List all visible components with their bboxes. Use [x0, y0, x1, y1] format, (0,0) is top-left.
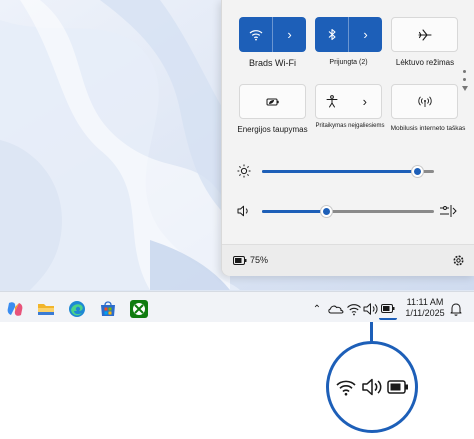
wifi-icon[interactable]: [346, 300, 362, 318]
chevron-right-icon: ›: [363, 27, 368, 42]
copilot-icon[interactable]: [5, 299, 25, 319]
clock[interactable]: 11:11 AM 1/11/2025: [402, 297, 448, 319]
brightness-slider-thumb[interactable]: [411, 166, 423, 177]
brightness-row: [234, 161, 464, 181]
tray-icons-callout: [326, 341, 418, 433]
bell-icon[interactable]: [450, 300, 462, 318]
bluetooth-tile[interactable]: ›: [315, 17, 382, 52]
battery-icon: [387, 380, 408, 394]
chevron-up-icon: ⌃: [312, 303, 322, 315]
battery-leaf-icon: [266, 98, 279, 105]
gear-icon[interactable]: [452, 254, 465, 267]
hotspot-icon: [417, 95, 432, 107]
airplane-tile-label: Lėktuvo režimas: [395, 58, 455, 67]
hotspot-tile-label: Mobilusis interneto taškas: [390, 125, 466, 132]
page-dot: [463, 70, 466, 73]
file-explorer-icon[interactable]: [36, 299, 56, 319]
speaker-icon[interactable]: [363, 300, 379, 318]
page-down-icon: [462, 86, 468, 91]
bluetooth-chevron-button[interactable]: ›: [348, 17, 382, 52]
hotspot-tile[interactable]: [391, 84, 458, 119]
quick-settings-footer: 75%: [222, 244, 474, 276]
wifi-icon: [249, 29, 262, 40]
accessibility-icon: [326, 95, 338, 108]
wifi-chevron-button[interactable]: ›: [272, 17, 306, 52]
energy-saver-tile[interactable]: [239, 84, 306, 119]
page-indicator[interactable]: [462, 70, 468, 100]
battery-percentage: 75%: [250, 255, 269, 265]
airplane-icon: [417, 28, 432, 41]
bluetooth-toggle[interactable]: [315, 17, 348, 52]
accessibility-chevron-button[interactable]: ›: [349, 85, 382, 118]
battery-icon: [381, 303, 395, 313]
page-dot: [463, 78, 466, 81]
accessibility-toggle[interactable]: [316, 85, 349, 118]
store-icon[interactable]: [98, 299, 118, 319]
wifi-tile[interactable]: ›: [239, 17, 306, 52]
bluetooth-icon: [328, 28, 336, 41]
onedrive-icon[interactable]: [327, 300, 345, 318]
accessibility-tile-label: Pritaikymas neįgaliesiems: [315, 123, 385, 129]
volume-slider-fill: [262, 210, 326, 213]
accessibility-tile[interactable]: ›: [315, 84, 382, 119]
chevron-right-icon: ›: [287, 27, 292, 42]
show-hidden-icons-button[interactable]: ⌃: [310, 300, 324, 318]
wifi-icon: [336, 380, 356, 396]
battery-tray-button[interactable]: [379, 298, 397, 320]
speaker-icon[interactable]: [237, 205, 251, 217]
edge-icon[interactable]: [67, 299, 87, 319]
volume-row: [234, 201, 464, 221]
clock-date: 1/11/2025: [405, 308, 445, 318]
battery-icon[interactable]: [233, 256, 247, 265]
volume-slider[interactable]: [262, 206, 434, 217]
wifi-toggle[interactable]: [239, 17, 272, 52]
chevron-right-icon: ›: [362, 94, 367, 109]
volume-slider-thumb[interactable]: [320, 206, 332, 217]
xbox-icon[interactable]: [129, 299, 149, 319]
desktop: › › Brads Wi-Fi Prijungta (2) Lėktuvo re…: [0, 0, 474, 322]
brightness-slider-fill: [262, 170, 417, 173]
sun-icon: [237, 164, 251, 178]
speaker-icon: [362, 378, 382, 396]
brightness-slider[interactable]: [262, 166, 434, 177]
bluetooth-tile-label: Prijungta (2): [329, 59, 368, 66]
energy-saver-tile-label: Energijos taupymas: [237, 125, 308, 134]
audio-output-icon[interactable]: [439, 204, 457, 218]
taskbar: ⌃ 11:11 AM 1/11/2025: [0, 291, 474, 322]
clock-time: 11:11 AM: [406, 297, 444, 307]
airplane-tile[interactable]: [391, 17, 458, 52]
quick-settings-flyout: › › Brads Wi-Fi Prijungta (2) Lėktuvo re…: [221, 0, 474, 276]
wifi-tile-label: Brads Wi-Fi: [249, 58, 296, 68]
